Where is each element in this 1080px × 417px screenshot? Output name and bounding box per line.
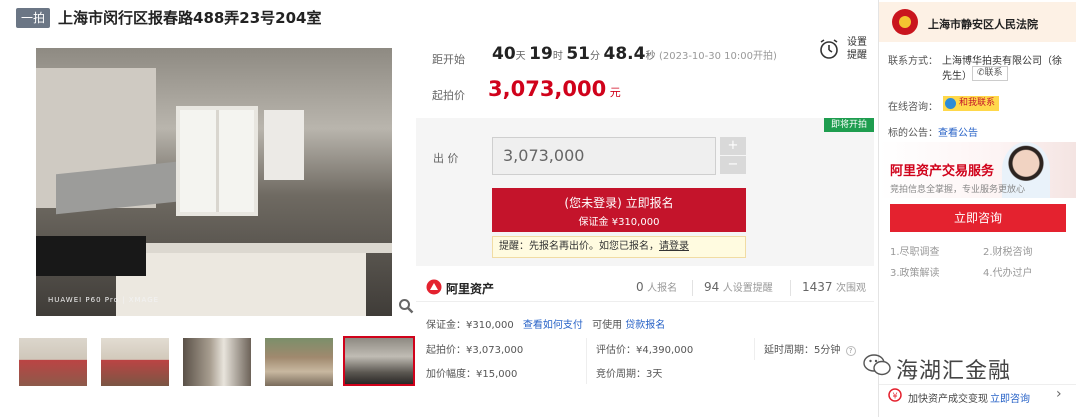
thumbnail[interactable]: [101, 338, 169, 386]
contact-label: 联系方式：: [888, 56, 938, 67]
photo-caption: HUAWEI P60 Pro | XMAGE: [48, 296, 160, 304]
bottom-consult-link[interactable]: 立即咨询: [990, 394, 1030, 405]
watermark-text: 海湖汇金融: [896, 359, 1012, 384]
contact-value-2: 先生）: [942, 71, 972, 82]
decrease-bid-button[interactable]: −: [720, 156, 746, 174]
thumbnail-selected[interactable]: [343, 336, 415, 386]
online-consult-label: 在线咨询：: [888, 102, 938, 113]
increase-bid-button[interactable]: +: [720, 137, 746, 155]
view-notice-link[interactable]: 查看公告: [938, 128, 978, 139]
loan-signup-link[interactable]: 贷款报名: [625, 320, 665, 331]
help-icon[interactable]: ?: [845, 346, 856, 356]
auction-round-badge: 一拍: [16, 8, 50, 28]
service-item: 1.尽职调查: [890, 247, 940, 258]
countdown-timer: 40天 19时 51分 48.4秒 (2023-10-30 10:00开拍): [492, 44, 777, 64]
service-subtitle: 竞拍信息全掌握，专业服务更放心: [890, 185, 1026, 195]
brand-name: 阿里资产: [446, 282, 495, 296]
contact-button[interactable]: ✆联系: [972, 66, 1008, 81]
main-photo[interactable]: [36, 48, 392, 316]
contact-value: 上海博华拍卖有限公司（徐: [942, 56, 1062, 67]
login-tip: 提醒：先报名再出价。如您已报名，请登录: [492, 236, 746, 258]
wechat-icon: [863, 354, 891, 376]
signup-count: 0 人报名: [636, 280, 678, 294]
divider: [754, 338, 755, 360]
bid-amount-input[interactable]: 3,073,000: [492, 137, 716, 175]
coming-soon-badge: 即将开拍: [824, 118, 874, 132]
service-item: 4.代办过户: [983, 268, 1033, 279]
asset-icon: ¥: [888, 388, 902, 402]
phone-icon: ✆: [977, 68, 985, 78]
thumbnail[interactable]: [19, 338, 87, 386]
view-count: 1437 次围观: [802, 280, 867, 294]
notice-row: 标的公告：查看公告: [888, 128, 978, 139]
login-link[interactable]: 请登录: [659, 241, 689, 252]
divider: [790, 280, 791, 296]
service-item: 2.财税咨询: [983, 247, 1033, 258]
divider: [692, 280, 693, 296]
start-price-label: 起拍价: [432, 89, 465, 102]
bid-period: 竞价周期：3天: [596, 369, 663, 380]
bid-label: 出 价: [433, 152, 459, 165]
start-price-detail: 起拍价：¥3,073,000: [426, 345, 524, 356]
zoom-icon[interactable]: [398, 298, 414, 314]
bottom-text: 加快资产成交变现 立即咨询: [908, 394, 1030, 405]
property-title: 上海市闵行区报春路488弄23号204室: [58, 9, 322, 27]
court-name: 上海市静安区人民法院: [928, 18, 1038, 31]
ali-assets-logo-icon: [426, 279, 442, 295]
thumbnail[interactable]: [265, 338, 333, 386]
court-emblem-icon: [892, 9, 918, 35]
start-price-value: 3,073,000 元: [488, 77, 621, 101]
service-title: 阿里资产交易服务: [890, 164, 995, 179]
alarm-clock-icon: [820, 39, 838, 59]
chat-icon: [945, 98, 956, 109]
bid-increment: 加价幅度：¥15,000: [426, 369, 518, 380]
deposit-row: 保证金：¥310,000 查看如何支付 可使用 贷款报名: [426, 320, 666, 331]
delay-period: 延时周期：5分钟 ?: [764, 341, 856, 356]
service-item: 3.政策解读: [890, 268, 940, 279]
reminder-count: 94 人设置提醒: [704, 280, 773, 294]
svg-text:¥: ¥: [892, 392, 897, 401]
divider: [586, 338, 587, 384]
signup-button[interactable]: (您未登录) 立即报名 保证金 ¥310,000: [492, 188, 746, 232]
countdown-label: 距开始: [432, 53, 465, 66]
chevron-right-icon[interactable]: ›: [1056, 386, 1062, 402]
how-to-pay-link[interactable]: 查看如何支付: [523, 320, 583, 331]
appraisal-price: 评估价：¥4,390,000: [596, 345, 694, 356]
consult-now-button[interactable]: 立即咨询: [890, 204, 1066, 232]
thumbnail[interactable]: [183, 338, 251, 386]
contact-me-button[interactable]: 和我联系: [943, 96, 1000, 111]
